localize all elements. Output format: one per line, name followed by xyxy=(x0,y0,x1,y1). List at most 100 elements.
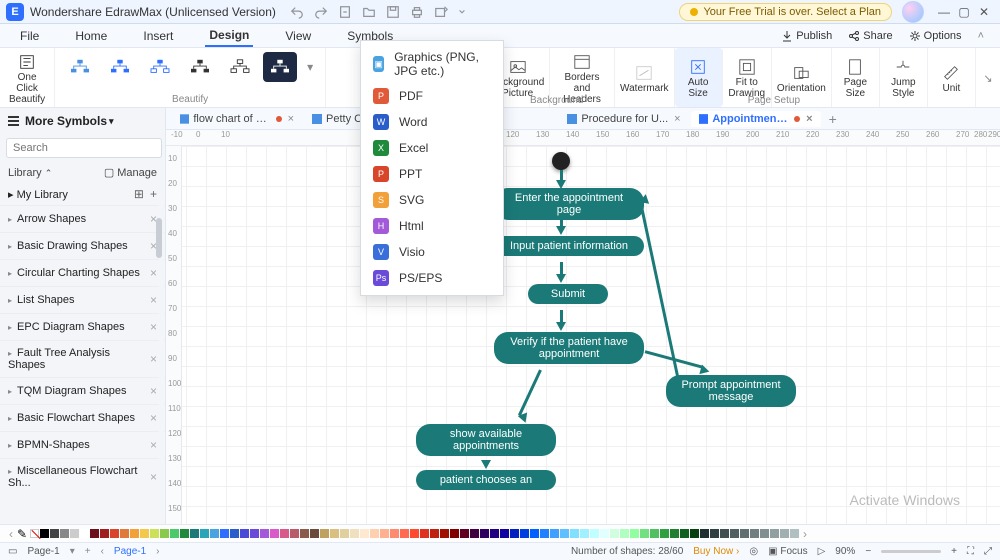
present-icon[interactable]: ▷ xyxy=(818,546,826,557)
zoom-in-icon[interactable]: + xyxy=(951,546,957,557)
save-icon[interactable] xyxy=(386,5,400,19)
color-swatch[interactable] xyxy=(200,529,209,538)
color-swatch[interactable] xyxy=(490,529,499,538)
close-icon[interactable]: × xyxy=(150,470,157,484)
export-html[interactable]: HHtml xyxy=(361,213,503,239)
category-item[interactable]: ▸Circular Charting Shapes× xyxy=(0,259,165,286)
color-swatch[interactable] xyxy=(220,529,229,538)
color-swatch[interactable] xyxy=(670,529,679,538)
color-swatch[interactable] xyxy=(640,529,649,538)
color-swatch[interactable] xyxy=(310,529,319,538)
color-swatch[interactable] xyxy=(460,529,469,538)
color-swatch[interactable] xyxy=(580,529,589,538)
watermark-button[interactable]: Watermark xyxy=(615,48,675,107)
page-name[interactable]: Page-1 xyxy=(27,546,59,557)
add-page-icon[interactable]: + xyxy=(85,546,91,557)
theme-6-button[interactable] xyxy=(263,52,297,82)
page-size-button[interactable]: Page Size xyxy=(832,48,880,107)
color-swatch[interactable] xyxy=(230,529,239,538)
fit-icon[interactable]: ⛶ xyxy=(967,546,974,557)
menu-view[interactable]: View xyxy=(281,26,315,46)
color-swatch[interactable] xyxy=(390,529,399,538)
palette-right-icon[interactable]: › xyxy=(800,527,810,541)
color-swatch[interactable] xyxy=(120,529,129,538)
zoom-slider[interactable] xyxy=(881,550,941,553)
color-swatch[interactable] xyxy=(440,529,449,538)
tab-appointment[interactable]: Appointment ...× xyxy=(691,111,821,127)
export-ppt[interactable]: PPPT xyxy=(361,161,503,187)
color-swatch[interactable] xyxy=(470,529,479,538)
color-swatch[interactable] xyxy=(300,529,309,538)
flow-show[interactable]: show available appointments xyxy=(416,424,556,456)
color-swatch[interactable] xyxy=(190,529,199,538)
close-icon[interactable]: × xyxy=(288,113,294,125)
close-icon[interactable]: × xyxy=(150,411,157,425)
flow-prompt[interactable]: Prompt appointment message xyxy=(666,375,796,407)
flow-start[interactable] xyxy=(552,152,570,170)
color-swatch[interactable] xyxy=(80,529,89,538)
color-swatch[interactable] xyxy=(790,529,799,538)
color-swatch[interactable] xyxy=(290,529,299,538)
export-icon[interactable] xyxy=(434,5,448,19)
color-swatch[interactable] xyxy=(540,529,549,538)
menu-design[interactable]: Design xyxy=(205,25,253,47)
next-page-icon[interactable]: › xyxy=(156,546,159,557)
close-icon[interactable]: × xyxy=(674,113,680,125)
color-swatch[interactable] xyxy=(480,529,489,538)
close-icon[interactable]: × xyxy=(150,320,157,334)
focus-button[interactable]: ▣ Focus xyxy=(768,546,807,557)
theme-5-button[interactable] xyxy=(223,52,257,82)
target-icon[interactable]: ◎ xyxy=(749,546,758,557)
color-swatch[interactable] xyxy=(160,529,169,538)
color-swatch[interactable] xyxy=(410,529,419,538)
add-lib-icon[interactable]: ⊞ xyxy=(134,187,144,201)
color-swatch[interactable] xyxy=(260,529,269,538)
category-item[interactable]: ▸Basic Flowchart Shapes× xyxy=(0,404,165,431)
theme-2-button[interactable] xyxy=(103,52,137,82)
color-swatch[interactable] xyxy=(760,529,769,538)
share-button[interactable]: Share xyxy=(848,30,892,42)
color-swatch[interactable] xyxy=(210,529,219,538)
canvas[interactable]: 102030405060708090100110120130140150 Ent… xyxy=(166,146,1000,524)
color-swatch[interactable] xyxy=(770,529,779,538)
export-visio[interactable]: VVisio xyxy=(361,239,503,265)
category-item[interactable]: ▸BPMN-Shapes× xyxy=(0,431,165,458)
color-swatch[interactable] xyxy=(180,529,189,538)
color-swatch[interactable] xyxy=(340,529,349,538)
export-word[interactable]: WWord xyxy=(361,109,503,135)
color-swatch[interactable] xyxy=(710,529,719,538)
category-item[interactable]: ▸TQM Diagram Shapes× xyxy=(0,377,165,404)
close-icon[interactable]: × xyxy=(806,113,812,125)
color-swatch[interactable] xyxy=(700,529,709,538)
chevron-down-icon[interactable] xyxy=(458,5,466,19)
export-pdf[interactable]: PPDF xyxy=(361,83,503,109)
color-swatch[interactable] xyxy=(650,529,659,538)
color-swatch[interactable] xyxy=(130,529,139,538)
color-swatch[interactable] xyxy=(60,529,69,538)
scrollbar[interactable] xyxy=(156,218,162,258)
publish-button[interactable]: Publish xyxy=(781,30,832,42)
color-swatch[interactable] xyxy=(250,529,259,538)
color-swatch[interactable] xyxy=(370,529,379,538)
theme-1-button[interactable] xyxy=(63,52,97,82)
color-swatch[interactable] xyxy=(600,529,609,538)
color-swatch[interactable] xyxy=(660,529,669,538)
color-swatch[interactable] xyxy=(380,529,389,538)
color-swatch[interactable] xyxy=(550,529,559,538)
flow-choose[interactable]: patient chooses an xyxy=(416,470,556,490)
menu-file[interactable]: File xyxy=(16,26,43,46)
color-swatch[interactable] xyxy=(450,529,459,538)
maximize-icon[interactable]: ▢ xyxy=(954,5,974,19)
zoom-out-icon[interactable]: − xyxy=(865,546,871,557)
color-swatch[interactable] xyxy=(690,529,699,538)
search-input[interactable] xyxy=(6,138,162,158)
category-item[interactable]: ▸Basic Drawing Shapes× xyxy=(0,232,165,259)
color-swatch[interactable] xyxy=(750,529,759,538)
tab-procedure[interactable]: Procedure for U...× xyxy=(559,111,688,127)
color-swatch[interactable] xyxy=(280,529,289,538)
color-swatch[interactable] xyxy=(90,529,99,538)
outline-icon[interactable]: ▭ xyxy=(8,546,17,557)
color-swatch[interactable] xyxy=(510,529,519,538)
more-symbols-header[interactable]: More Symbols▾ xyxy=(0,108,165,134)
trial-banner[interactable]: Your Free Trial is over. Select a Plan xyxy=(679,3,892,21)
